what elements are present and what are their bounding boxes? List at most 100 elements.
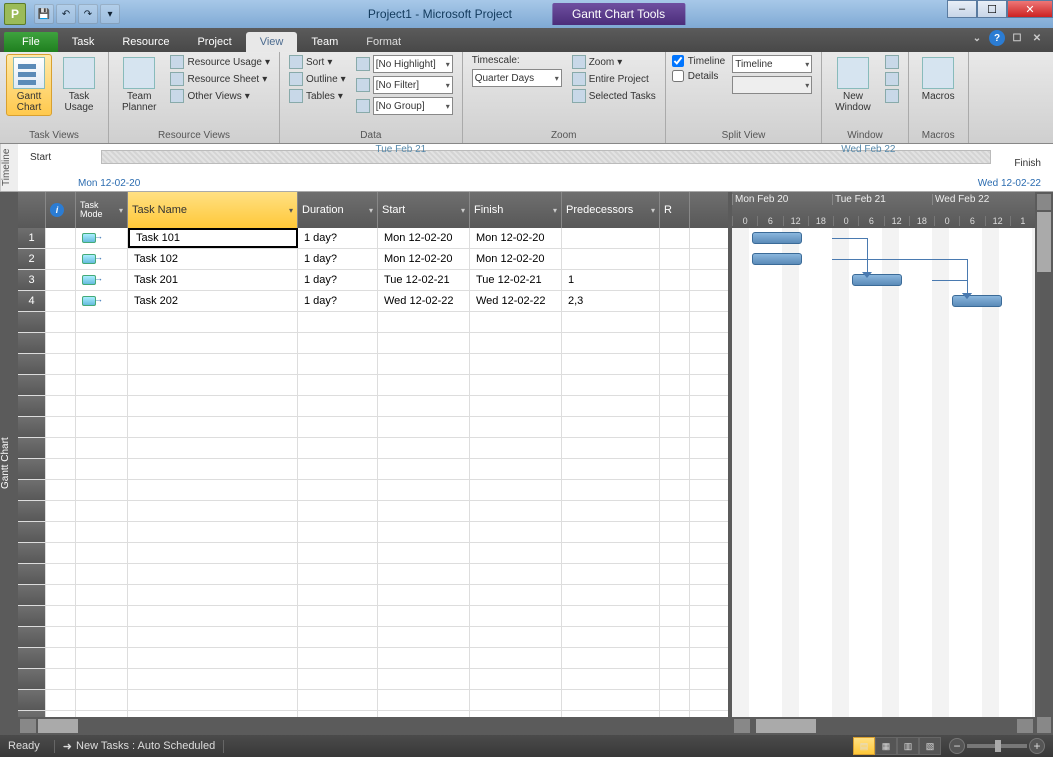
cell-start[interactable] (378, 459, 470, 479)
ribbon-minimize-icon[interactable]: ⌄ (969, 30, 985, 46)
cell-duration[interactable] (298, 522, 378, 542)
cell-start[interactable] (378, 522, 470, 542)
scroll-thumb[interactable] (1037, 212, 1051, 272)
cell-info[interactable] (46, 438, 76, 458)
row-number[interactable] (18, 501, 46, 521)
table-row[interactable] (18, 375, 728, 396)
minimize-button[interactable]: – (947, 0, 977, 18)
cell-start[interactable]: Tue 12-02-21 (378, 270, 470, 290)
cell-mode[interactable] (76, 375, 128, 395)
row-number[interactable] (18, 438, 46, 458)
scroll-right-icon[interactable] (1017, 719, 1033, 733)
hide-button[interactable] (882, 88, 902, 104)
cell-name[interactable] (128, 606, 298, 626)
cell-duration[interactable] (298, 396, 378, 416)
view-side-label[interactable]: Gantt Chart (0, 192, 18, 735)
cell-start[interactable] (378, 648, 470, 668)
cell-predecessors[interactable]: 1 (562, 270, 660, 290)
row-number[interactable] (18, 648, 46, 668)
zoom-out-button[interactable]: − (949, 738, 965, 754)
cell-duration[interactable] (298, 375, 378, 395)
col-task-name[interactable]: Task Name▾ (128, 192, 298, 228)
cell-predecessors[interactable] (562, 249, 660, 269)
cell-info[interactable] (46, 312, 76, 332)
cell-predecessors[interactable] (562, 648, 660, 668)
cell-name[interactable] (128, 627, 298, 647)
cell-info[interactable] (46, 648, 76, 668)
table-row[interactable] (18, 669, 728, 690)
cell-name[interactable] (128, 480, 298, 500)
cell-duration[interactable]: 1 day? (298, 291, 378, 311)
cell-predecessors[interactable] (562, 522, 660, 542)
cell-predecessors[interactable] (562, 480, 660, 500)
row-number[interactable] (18, 396, 46, 416)
cell-name[interactable] (128, 333, 298, 353)
cell-resources[interactable] (660, 585, 690, 605)
cell-finish[interactable] (470, 312, 562, 332)
cell-info[interactable] (46, 543, 76, 563)
cell-duration[interactable] (298, 417, 378, 437)
cell-predecessors[interactable] (562, 669, 660, 689)
cell-mode[interactable] (76, 501, 128, 521)
row-number[interactable] (18, 333, 46, 353)
cell-predecessors[interactable] (562, 396, 660, 416)
cell-predecessors[interactable] (562, 543, 660, 563)
cell-name[interactable]: Task 201 (128, 270, 298, 290)
tab-resource[interactable]: Resource (108, 32, 183, 52)
timeline-view-combo[interactable]: Timeline▾ (729, 54, 815, 74)
cell-name[interactable]: Task 102 (128, 249, 298, 269)
cell-start[interactable] (378, 417, 470, 437)
cell-info[interactable] (46, 375, 76, 395)
cell-finish[interactable] (470, 438, 562, 458)
cell-finish[interactable] (470, 459, 562, 479)
timeline-checkbox[interactable]: Timeline (672, 54, 725, 68)
cell-name[interactable]: Task 101 (128, 228, 298, 248)
zoom-in-button[interactable]: + (1029, 738, 1045, 754)
col-task-mode[interactable]: Task Mode▾ (76, 192, 128, 228)
help-icon[interactable]: ? (989, 30, 1005, 46)
cell-start[interactable] (378, 375, 470, 395)
cell-finish[interactable] (470, 564, 562, 584)
table-row[interactable] (18, 501, 728, 522)
cell-finish[interactable] (470, 606, 562, 626)
cell-predecessors[interactable] (562, 627, 660, 647)
cell-info[interactable] (46, 501, 76, 521)
cell-info[interactable] (46, 396, 76, 416)
table-row[interactable] (18, 648, 728, 669)
row-number[interactable]: 4 (18, 291, 46, 311)
row-number[interactable] (18, 480, 46, 500)
app-logo[interactable]: P (4, 3, 26, 25)
other-views-button[interactable]: Other Views ▾ (167, 88, 273, 104)
table-row[interactable]: 1Task 1011 day?Mon 12-02-20Mon 12-02-20 (18, 228, 728, 249)
redo-icon[interactable]: ↷ (78, 4, 98, 24)
row-number[interactable] (18, 459, 46, 479)
cell-mode[interactable] (76, 291, 128, 311)
cell-resources[interactable] (660, 564, 690, 584)
cell-resources[interactable] (660, 690, 690, 710)
col-finish[interactable]: Finish▾ (470, 192, 562, 228)
scroll-thumb[interactable] (756, 719, 816, 733)
view-resource-sheet-icon[interactable]: ▧ (919, 737, 941, 755)
cell-finish[interactable] (470, 627, 562, 647)
table-row[interactable] (18, 690, 728, 711)
col-info[interactable]: i (46, 192, 76, 228)
row-number[interactable]: 1 (18, 228, 46, 248)
cell-duration[interactable] (298, 648, 378, 668)
undo-icon[interactable]: ↶ (56, 4, 76, 24)
cell-finish[interactable] (470, 522, 562, 542)
cell-duration[interactable] (298, 333, 378, 353)
cell-start[interactable] (378, 564, 470, 584)
row-number[interactable] (18, 606, 46, 626)
tab-project[interactable]: Project (183, 32, 245, 52)
cell-info[interactable] (46, 606, 76, 626)
cell-resources[interactable] (660, 627, 690, 647)
cell-duration[interactable]: 1 day? (298, 270, 378, 290)
cell-duration[interactable] (298, 459, 378, 479)
cell-mode[interactable] (76, 648, 128, 668)
switch-windows-button[interactable] (882, 54, 902, 70)
cell-start[interactable]: Mon 12-02-20 (378, 249, 470, 269)
cell-mode[interactable] (76, 522, 128, 542)
row-number[interactable] (18, 417, 46, 437)
cell-resources[interactable] (660, 648, 690, 668)
cell-resources[interactable] (660, 291, 690, 311)
